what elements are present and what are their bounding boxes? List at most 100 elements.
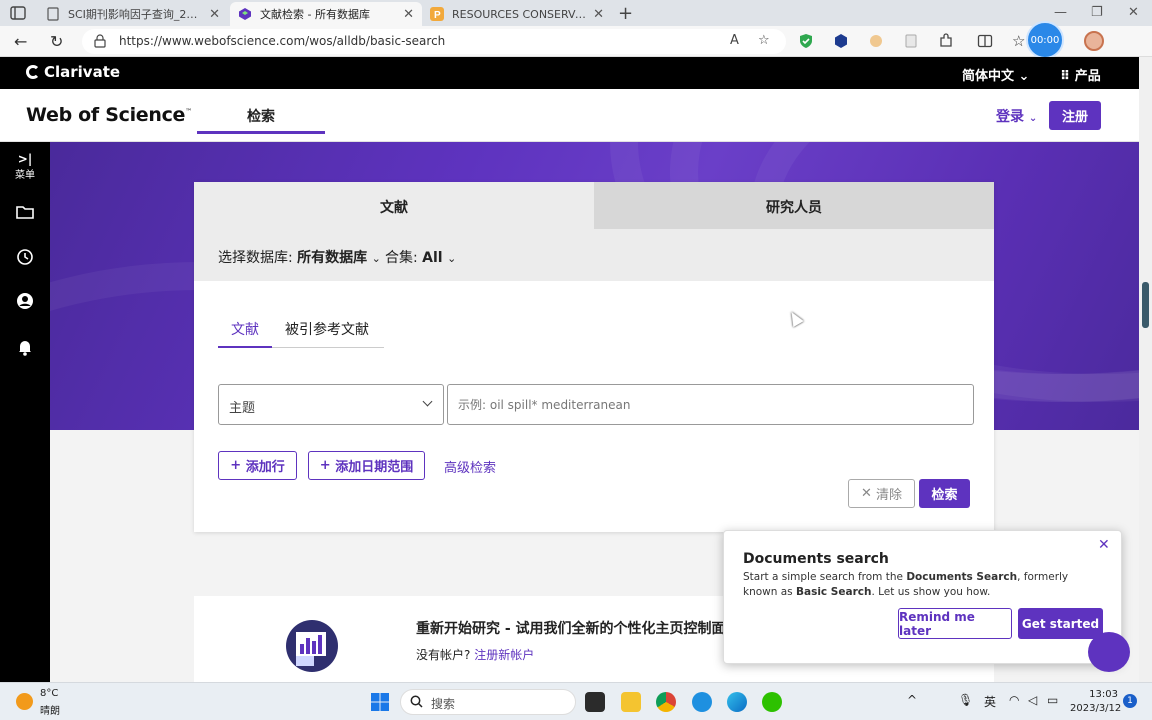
- tab-researchers[interactable]: 研究人员: [594, 182, 994, 229]
- nav-search-tab[interactable]: 检索: [197, 89, 325, 134]
- extension-cloud-icon[interactable]: [868, 33, 884, 49]
- favorites-icon[interactable]: ☆: [1012, 32, 1025, 50]
- chrome-icon[interactable]: [656, 692, 676, 712]
- browser-tab-wos[interactable]: 文献检索 - 所有数据库 ✕: [230, 2, 422, 26]
- notification-badge[interactable]: 1: [1123, 694, 1137, 708]
- close-icon[interactable]: ✕: [593, 7, 604, 22]
- database-selector[interactable]: 选择数据库: 所有数据库 ⌄: [218, 247, 381, 267]
- volume-icon[interactable]: ◁: [1028, 693, 1037, 707]
- browser-tab-resources[interactable]: P RESOURCES CONSERVATION AND ✕: [422, 2, 612, 26]
- close-icon[interactable]: ✕: [403, 7, 414, 22]
- menu-toggle[interactable]: >| 菜单: [0, 152, 50, 181]
- get-started-button[interactable]: Get started: [1018, 608, 1103, 639]
- file-explorer-icon[interactable]: [621, 692, 641, 712]
- search-field-select[interactable]: 主题: [218, 384, 444, 425]
- clock-date: 2023/3/12: [1070, 703, 1122, 714]
- history-icon: [17, 249, 33, 265]
- favorite-icon[interactable]: ☆: [758, 33, 770, 48]
- taskbar-clock[interactable]: 13:03 2023/3/12: [1070, 688, 1122, 716]
- extension-hex-icon[interactable]: [833, 33, 849, 49]
- windows-start-icon[interactable]: [371, 693, 389, 711]
- shield-extension-icon[interactable]: [798, 33, 814, 49]
- chevron-down-icon: ⌄: [371, 252, 381, 265]
- wos-logo[interactable]: Web of Science™: [26, 104, 192, 126]
- wifi-icon[interactable]: ◠: [1009, 693, 1019, 707]
- plus-icon: +: [319, 458, 336, 473]
- chevron-down-icon: ⌄: [1018, 69, 1030, 84]
- popover-body-bold: Documents Search: [906, 571, 1018, 583]
- window-close-icon[interactable]: ✕: [1128, 5, 1139, 20]
- tab-actions-icon[interactable]: [10, 6, 26, 20]
- account-button[interactable]: [0, 292, 50, 314]
- clarivate-logo[interactable]: Clarivate: [26, 63, 120, 81]
- remind-later-button[interactable]: Remind me later: [898, 608, 1012, 639]
- recording-timer[interactable]: 00:00: [1026, 21, 1064, 59]
- split-screen-icon[interactable]: [977, 33, 993, 49]
- minimize-icon[interactable]: —: [1054, 5, 1067, 20]
- chevron-down-icon: ⌄: [1028, 113, 1038, 124]
- page-scrollbar[interactable]: [1139, 57, 1152, 682]
- back-icon[interactable]: ←: [14, 32, 27, 51]
- p-favicon-icon: P: [430, 7, 444, 21]
- database-value: 所有数据库: [297, 250, 368, 266]
- add-row-button[interactable]: + 添加行: [218, 451, 297, 480]
- weather-temperature[interactable]: 8°C: [40, 688, 58, 699]
- clear-button[interactable]: ✕ 清除: [848, 479, 915, 508]
- messenger-app-icon[interactable]: [692, 692, 712, 712]
- advanced-search-link[interactable]: 高级检索: [444, 457, 496, 476]
- wos-favicon-icon: [239, 8, 251, 20]
- folder-button[interactable]: [0, 204, 50, 224]
- chat-button[interactable]: [1088, 632, 1130, 672]
- wechat-icon[interactable]: [762, 692, 782, 712]
- login-menu[interactable]: 登录 ⌄: [996, 106, 1037, 126]
- browser-tab-sci[interactable]: SCI期刊影响因子查询_2023年(2023 ✕: [38, 2, 228, 26]
- edge-icon[interactable]: [727, 692, 747, 712]
- search-button[interactable]: 检索: [919, 479, 970, 508]
- history-button[interactable]: [0, 248, 50, 270]
- register-link[interactable]: 注册新帐户: [474, 648, 534, 662]
- left-sidebar: >| 菜单: [0, 142, 50, 682]
- microphone-icon[interactable]: 🎙: [958, 693, 973, 707]
- language-selector[interactable]: 简体中文 ⌄: [962, 65, 1029, 84]
- taskbar-search[interactable]: 搜索: [400, 689, 576, 715]
- tab-title: 文献检索 - 所有数据库: [260, 8, 370, 21]
- scrollbar-thumb[interactable]: [1142, 282, 1149, 328]
- extension-doc-icon[interactable]: [903, 33, 919, 49]
- weather-condition[interactable]: 晴朗: [40, 702, 60, 717]
- chevron-down-icon: [422, 396, 433, 407]
- extensions-puzzle-icon[interactable]: [938, 33, 954, 49]
- search-query-input[interactable]: [447, 384, 974, 425]
- url-text[interactable]: https://www.webofscience.com/wos/alldb/b…: [119, 34, 445, 48]
- address-bar[interactable]: https://www.webofscience.com/wos/alldb/b…: [82, 29, 786, 54]
- folder-icon: [16, 206, 34, 219]
- tab-documents[interactable]: 文献: [194, 182, 594, 229]
- close-icon[interactable]: ✕: [1098, 537, 1110, 553]
- no-account-text: 没有帐户?: [416, 648, 475, 662]
- battery-icon[interactable]: ▭: [1047, 693, 1058, 707]
- close-icon[interactable]: ✕: [209, 7, 220, 22]
- sun-icon[interactable]: [16, 693, 33, 710]
- add-date-range-button[interactable]: + 添加日期范围: [308, 451, 425, 480]
- browser-toolbar: ← ↻ https://www.webofscience.com/wos/all…: [0, 26, 1152, 74]
- lock-icon[interactable]: [94, 34, 106, 48]
- tray-overflow-icon[interactable]: ^: [907, 693, 917, 707]
- documents-search-popover: Documents search ✕ Start a simple search…: [723, 530, 1122, 664]
- close-icon: ✕: [860, 486, 876, 501]
- collection-selector[interactable]: 合集: All ⌄: [385, 247, 456, 267]
- clarivate-bar: Clarivate 简体中文 ⌄ ⠿ 产品: [0, 57, 1139, 89]
- read-aloud-icon[interactable]: A: [730, 33, 739, 48]
- new-tab-icon[interactable]: +: [618, 3, 633, 24]
- alerts-button[interactable]: [0, 338, 50, 360]
- restore-icon[interactable]: ❐: [1091, 5, 1103, 20]
- terminal-app-icon[interactable]: [585, 692, 605, 712]
- promo-account-line: 没有帐户? 注册新帐户: [416, 646, 534, 663]
- ime-indicator[interactable]: 英: [984, 693, 996, 710]
- refresh-icon[interactable]: ↻: [50, 32, 63, 51]
- subtab-cited-references[interactable]: 被引参考文献: [285, 316, 369, 339]
- products-label: 产品: [1074, 69, 1101, 84]
- subtab-documents[interactable]: 文献: [218, 316, 272, 348]
- products-menu[interactable]: ⠿ 产品: [1060, 65, 1101, 84]
- menu-label: 菜单: [15, 170, 35, 181]
- profile-avatar[interactable]: [1084, 31, 1104, 51]
- register-button[interactable]: 注册: [1049, 101, 1101, 130]
